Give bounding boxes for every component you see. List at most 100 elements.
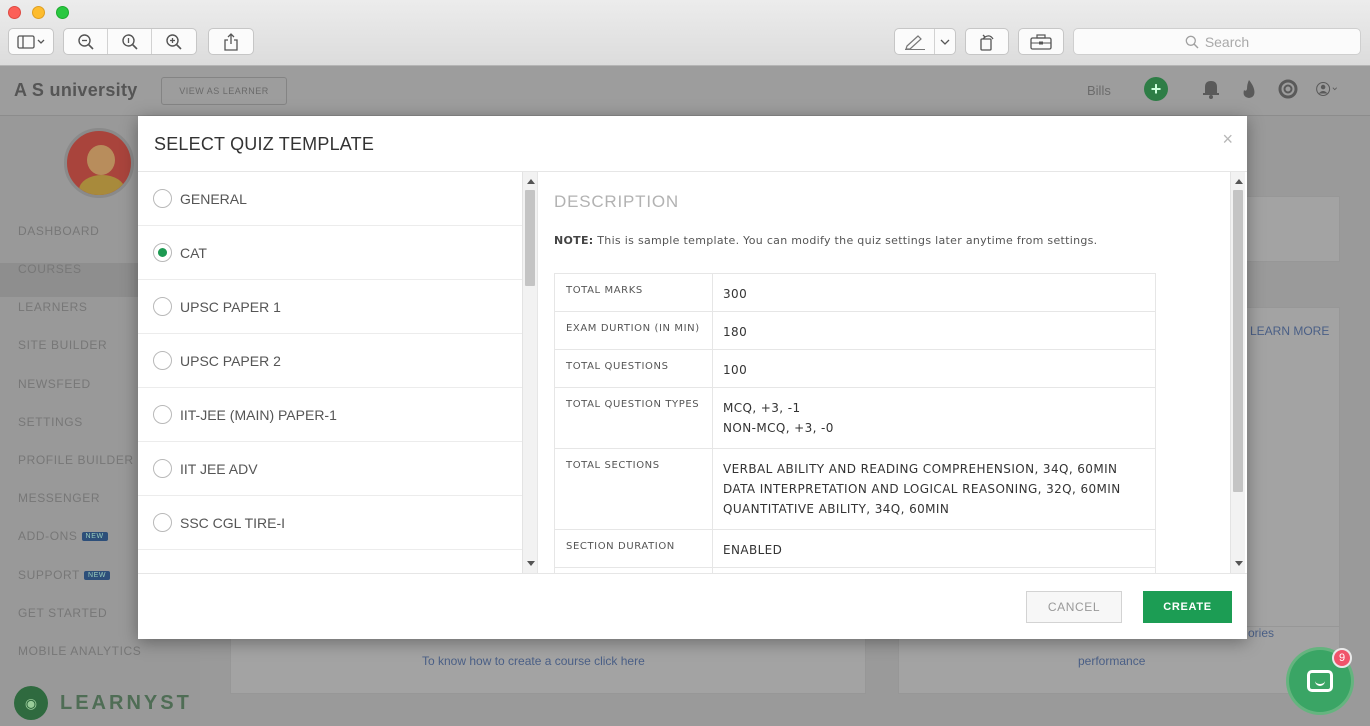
details-row: TOTAL MARKS 300 (554, 273, 1156, 312)
template-label: IIT-JEE (MAIN) PAPER-1 (180, 406, 337, 423)
template-radio[interactable] (153, 513, 172, 532)
details-value-line: 100 (723, 363, 748, 377)
sidebar-item[interactable]: SUPPORT NEW (18, 568, 111, 582)
new-badge: NEW (84, 571, 111, 581)
brand: ◉ LEARNYST (14, 686, 192, 720)
create-button[interactable]: CREATE (1143, 591, 1232, 623)
close-window-button[interactable] (8, 6, 21, 19)
stories-link[interactable]: ories (1248, 626, 1274, 640)
template-option[interactable]: UPSC PAPER 1 (138, 280, 537, 334)
scroll-down-icon[interactable] (1235, 561, 1243, 566)
learnyst-logo-icon: ◉ (14, 686, 48, 720)
scroll-down-icon[interactable] (527, 561, 535, 566)
scroll-thumb[interactable] (1233, 190, 1243, 492)
template-option[interactable]: CAT (138, 226, 537, 280)
zoom-out-button[interactable] (64, 29, 108, 54)
details-key: TOTAL MARKS (554, 273, 713, 312)
scroll-up-icon[interactable] (527, 179, 535, 184)
rotate-icon (980, 34, 994, 51)
sidebar-item[interactable]: SETTINGS (18, 415, 83, 429)
details-key: TOTAL QUESTIONS (554, 349, 713, 388)
details-value: VERBAL ABILITY AND READING COMPREHENSION… (712, 448, 1156, 530)
sidebar-item[interactable]: ADD-ONS NEW (18, 529, 108, 543)
template-option[interactable]: SSC CGL TIRE-I (138, 496, 537, 550)
add-icon[interactable]: + (1144, 77, 1168, 101)
template-option[interactable]: GENERAL (138, 172, 537, 226)
template-radio[interactable] (153, 351, 172, 370)
sidebar-item[interactable]: PROFILE BUILDER (18, 453, 134, 467)
cancel-button[interactable]: CANCEL (1026, 591, 1122, 623)
details-row: TOTAL QUESTIONS 100 (554, 349, 1156, 388)
markup-menu-button[interactable] (935, 29, 955, 54)
scroll-up-icon[interactable] (1235, 179, 1243, 184)
template-list: GENERAL CAT UPSC PAPER 1 UPSC PAPER 2 IIT-JE… (138, 172, 538, 573)
sidebar-item-label: MESSENGER (18, 491, 101, 505)
performance-link[interactable]: performance (1078, 654, 1145, 668)
toolbox-button[interactable] (1018, 28, 1064, 55)
rotate-button[interactable] (965, 28, 1009, 55)
sidebar-item[interactable]: MOBILE ANALYTICS (18, 644, 141, 658)
chat-icon (1307, 670, 1333, 692)
sidebar-item-label: LEARNERS (18, 300, 88, 314)
sidebar-item[interactable]: GET STARTED (18, 606, 107, 620)
sidebar-item[interactable]: LEARNERS (18, 300, 88, 314)
share-icon (224, 32, 238, 51)
details-value-line: NON-MCQ, +3, -0 (723, 421, 834, 435)
bell-icon[interactable] (1200, 77, 1222, 101)
template-list-scrollbar[interactable] (522, 172, 537, 573)
description-heading: DESCRIPTION (554, 192, 679, 211)
details-value-line: MCQ, +3, -1 (723, 401, 801, 415)
template-option[interactable]: IIT JEE ADV (138, 442, 537, 496)
zoom-in-button[interactable] (152, 29, 196, 54)
template-radio[interactable] (153, 405, 172, 424)
sidebar-toggle-button[interactable] (8, 28, 54, 55)
description-panel: DESCRIPTION NOTE: This is sample templat… (538, 172, 1230, 573)
minimize-window-button[interactable] (32, 6, 45, 19)
zoom-window-button[interactable] (56, 6, 69, 19)
details-value-line: ENABLED (723, 543, 783, 557)
details-row: TOTAL SECTIONS VERBAL ABILITY AND READING… (554, 448, 1156, 530)
select-quiz-template-modal: SELECT QUIZ TEMPLATE × GENERAL CAT UPSC PA… (138, 116, 1247, 639)
template-radio[interactable] (153, 243, 172, 262)
sidebar-item[interactable]: COURSES (18, 262, 82, 276)
chevron-down-icon (940, 39, 950, 45)
details-value-line: VERBAL ABILITY AND READING COMPREHENSION… (723, 462, 1118, 476)
close-icon[interactable]: × (1222, 129, 1233, 150)
user-menu-icon[interactable] (1316, 77, 1338, 101)
template-radio[interactable] (153, 459, 172, 478)
details-key: EXAM DURTION (IN MIN) (554, 311, 713, 350)
details-value-line: 180 (723, 325, 748, 339)
sidebar-toggle-icon (17, 34, 45, 49)
sidebar-item[interactable]: MESSENGER (18, 491, 100, 505)
description-scrollbar[interactable] (1230, 172, 1245, 573)
help-icon[interactable] (1277, 77, 1299, 101)
avatar[interactable] (64, 128, 134, 198)
note-text: This is sample template. You can modify … (593, 234, 1098, 247)
template-radio[interactable] (153, 297, 172, 316)
sidebar-item[interactable]: SITE BUILDER (18, 338, 107, 352)
bills-link[interactable]: Bills (1087, 83, 1111, 98)
view-as-learner-button[interactable]: VIEW AS LEARNER (161, 77, 287, 105)
template-details-table: TOTAL MARKS 300 EXAM DURTION (IN MIN) 180 TO… (554, 273, 1156, 573)
share-button[interactable] (208, 28, 254, 55)
background-card (1240, 307, 1340, 627)
sidebar-item-label: COURSES (18, 262, 82, 276)
sidebar-item-label: SETTINGS (18, 415, 83, 429)
template-radio[interactable] (153, 189, 172, 208)
fire-icon[interactable] (1238, 77, 1260, 101)
sidebar-item[interactable]: NEWSFEED (18, 377, 91, 391)
template-option[interactable]: UPSC PAPER 2 (138, 334, 537, 388)
learn-more-link[interactable]: LEARN MORE (1250, 324, 1329, 338)
zoom-reset-button[interactable] (108, 29, 152, 54)
sidebar-item[interactable]: DASHBOARD (18, 224, 99, 238)
markup-button[interactable] (895, 29, 935, 54)
search-field[interactable]: Search (1073, 28, 1361, 55)
search-placeholder: Search (1204, 33, 1250, 50)
scroll-thumb[interactable] (525, 190, 535, 286)
template-option[interactable]: IIT-JEE (MAIN) PAPER-1 (138, 388, 537, 442)
template-label: UPSC PAPER 2 (180, 352, 281, 369)
note-label: NOTE: (554, 234, 594, 247)
zoom-out-icon (77, 33, 94, 50)
details-value: 180 (712, 311, 1156, 350)
create-course-link[interactable]: To know how to create a course click her… (422, 654, 645, 668)
